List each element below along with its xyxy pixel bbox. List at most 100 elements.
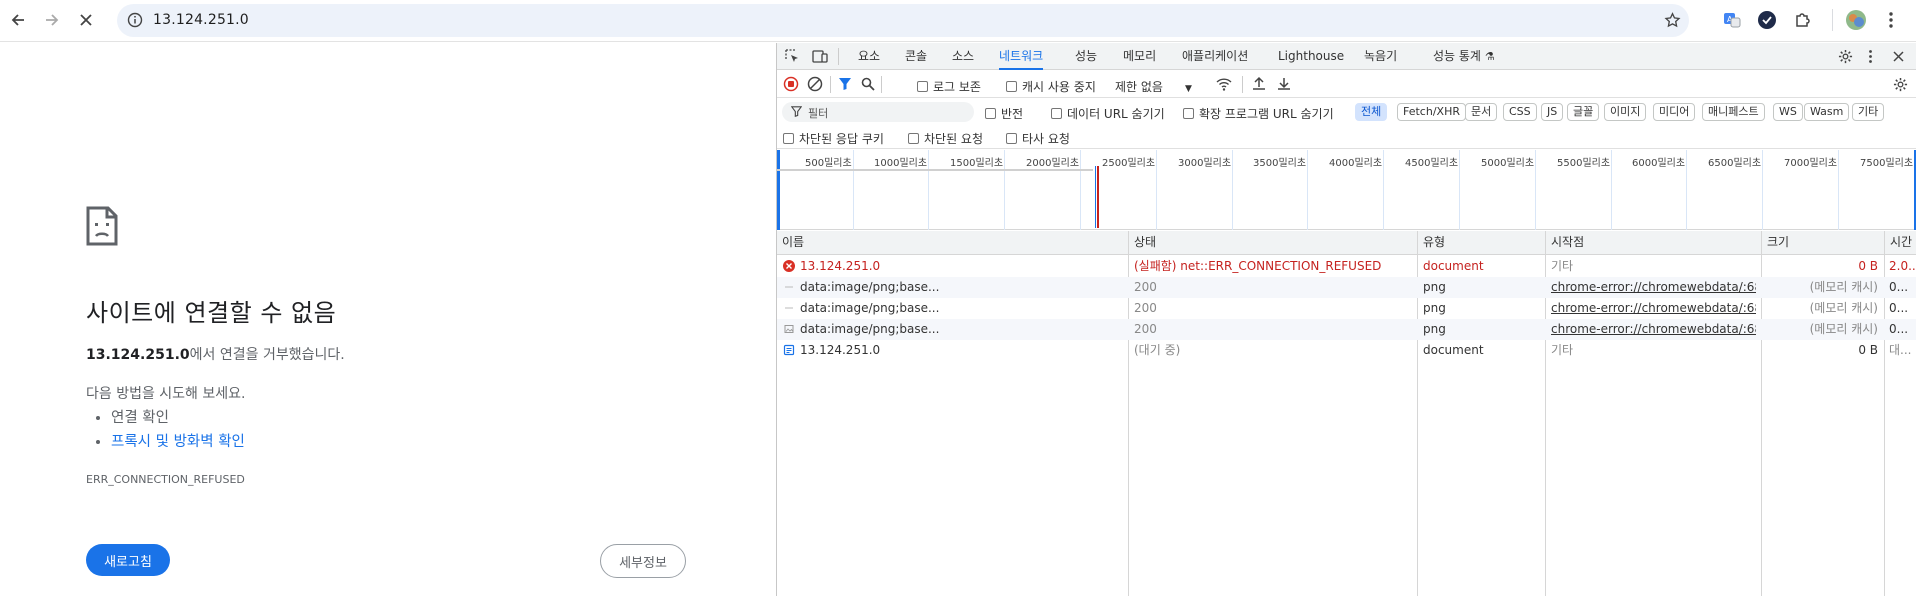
overview-left-handle[interactable] bbox=[777, 150, 780, 230]
tab-performance-insights[interactable]: 성능 통계 ⚗ bbox=[1433, 43, 1495, 70]
filter-placeholder: 필터 bbox=[808, 107, 829, 120]
checkbox-box bbox=[908, 133, 919, 144]
blocked-cookies-checkbox[interactable]: 차단된 응답 쿠키 bbox=[783, 130, 884, 147]
row-name[interactable]: data:image/png;base... bbox=[800, 319, 1120, 340]
type-chip-doc[interactable]: 문서 bbox=[1465, 103, 1498, 121]
tab-performance[interactable]: 성능 bbox=[1075, 43, 1097, 70]
type-chip-manifest[interactable]: 매니페스트 bbox=[1702, 103, 1765, 121]
extensions-puzzle-icon[interactable] bbox=[1792, 9, 1814, 31]
tab-elements[interactable]: 요소 bbox=[858, 43, 880, 70]
filter-funnel-icon[interactable] bbox=[838, 77, 852, 91]
third-party-checkbox[interactable]: 타사 요청 bbox=[1006, 130, 1070, 147]
tab-sources[interactable]: 소스 bbox=[952, 43, 974, 70]
forward-arrow-icon bbox=[46, 14, 59, 26]
column-type[interactable]: 유형 bbox=[1418, 231, 1445, 255]
forward-button[interactable] bbox=[40, 8, 64, 32]
tab-recorder[interactable]: 녹음기 bbox=[1364, 43, 1397, 70]
invert-checkbox[interactable]: 반전 bbox=[985, 105, 1023, 122]
tab-console[interactable]: 콘솔 bbox=[905, 43, 927, 70]
clear-icon[interactable] bbox=[807, 76, 823, 92]
import-har-icon[interactable] bbox=[1252, 76, 1266, 91]
table-row[interactable]: data:image/png;base... 200 png chrome-er… bbox=[777, 319, 1916, 340]
network-settings-gear-icon[interactable] bbox=[1893, 77, 1908, 92]
back-button[interactable] bbox=[6, 8, 30, 32]
hide-data-urls-label: 데이터 URL 숨기기 bbox=[1067, 107, 1165, 121]
tab-application[interactable]: 애플리케이션 bbox=[1182, 43, 1248, 70]
bookmark-star-icon[interactable] bbox=[1664, 12, 1681, 29]
checkbox-box bbox=[1183, 108, 1194, 119]
profile-avatar[interactable] bbox=[1845, 9, 1867, 31]
search-icon[interactable] bbox=[861, 77, 875, 91]
network-overview-timeline[interactable]: 500밀리초 1000밀리초 1500밀리초 2000밀리초 2500밀리초 3… bbox=[777, 150, 1916, 230]
row-name[interactable]: data:image/png;base... bbox=[800, 277, 1120, 298]
export-har-icon[interactable] bbox=[1277, 76, 1291, 91]
devtools-menu-icon[interactable] bbox=[1868, 49, 1873, 64]
row-time: 0... bbox=[1889, 322, 1909, 336]
checkbox-box bbox=[1051, 108, 1062, 119]
info-icon[interactable] bbox=[127, 12, 143, 28]
inspect-element-icon[interactable] bbox=[785, 49, 800, 64]
row-name[interactable]: 13.124.251.0 bbox=[800, 340, 1120, 361]
url-text[interactable]: 13.124.251.0 bbox=[153, 12, 249, 28]
row-name[interactable]: 13.124.251.0 bbox=[800, 256, 1120, 277]
throttling-value: 제한 없음 bbox=[1115, 80, 1163, 94]
column-initiator[interactable]: 시작점 bbox=[1546, 231, 1584, 255]
type-chip-css[interactable]: CSS bbox=[1503, 103, 1537, 121]
dash-icon bbox=[785, 307, 793, 309]
column-size[interactable]: 크기 bbox=[1762, 231, 1789, 255]
throttling-select[interactable]: 제한 없음 ▼ bbox=[1115, 78, 1192, 95]
reload-button[interactable]: 새로고침 bbox=[86, 544, 170, 576]
tab-lighthouse[interactable]: Lighthouse bbox=[1278, 43, 1344, 70]
details-button[interactable]: 세부정보 bbox=[600, 544, 686, 578]
type-chip-img[interactable]: 이미지 bbox=[1604, 103, 1647, 121]
type-chip-other[interactable]: 기타 bbox=[1852, 103, 1885, 121]
table-header: 이름 상태 유형 시작점 크기 시간 bbox=[777, 231, 1916, 255]
row-initiator: 기타 bbox=[1551, 343, 1574, 357]
flask-icon: ⚗ bbox=[1484, 50, 1495, 63]
table-row[interactable]: 13.124.251.0 (대기 중) document 기타 0 B 대... bbox=[777, 340, 1916, 361]
hide-extension-urls-checkbox[interactable]: 확장 프로그램 URL 숨기기 bbox=[1183, 105, 1334, 122]
row-name[interactable]: data:image/png;base... bbox=[800, 298, 1120, 319]
column-time[interactable]: 시간 bbox=[1885, 231, 1912, 255]
filter-input[interactable]: 필터 bbox=[782, 102, 974, 122]
address-bar[interactable]: 13.124.251.0 bbox=[117, 4, 1689, 37]
tab-network[interactable]: 네트워크 bbox=[999, 43, 1044, 70]
row-size: 0 B bbox=[1858, 343, 1878, 357]
document-icon bbox=[783, 344, 795, 356]
type-chip-all[interactable]: 전체 bbox=[1355, 103, 1388, 121]
disable-cache-checkbox[interactable]: 캐시 사용 중지 bbox=[1006, 78, 1096, 95]
settings-gear-icon[interactable] bbox=[1838, 49, 1853, 64]
type-chip-wasm[interactable]: Wasm bbox=[1804, 103, 1850, 121]
tab-performance-insights-label: 성능 통계 bbox=[1433, 49, 1481, 63]
hide-data-urls-checkbox[interactable]: 데이터 URL 숨기기 bbox=[1051, 105, 1165, 122]
row-size: (메모리 캐시) bbox=[1809, 322, 1878, 336]
browser-menu-icon[interactable] bbox=[1880, 9, 1902, 31]
checkbox-box bbox=[985, 108, 996, 119]
table-row[interactable]: data:image/png;base... 200 png chrome-er… bbox=[777, 277, 1916, 298]
close-devtools-icon[interactable] bbox=[1893, 51, 1904, 62]
record-stop-icon[interactable] bbox=[783, 76, 799, 92]
image-icon bbox=[784, 325, 794, 333]
type-chip-font[interactable]: 글꼴 bbox=[1567, 103, 1600, 121]
column-name[interactable]: 이름 bbox=[777, 231, 804, 255]
table-row[interactable]: 13.124.251.0 (실패함) net::ERR_CONNECTION_R… bbox=[777, 256, 1916, 277]
preserve-log-checkbox[interactable]: 로그 보존 bbox=[917, 78, 981, 95]
type-chip-ws[interactable]: WS bbox=[1773, 103, 1803, 121]
check-extension-icon[interactable] bbox=[1756, 9, 1778, 31]
translate-extension-icon[interactable]: A bbox=[1721, 9, 1743, 31]
type-chip-fetch-xhr[interactable]: Fetch/XHR bbox=[1397, 103, 1466, 121]
row-initiator-link[interactable]: chrome-error://chromewebdata/:6839 bbox=[1551, 277, 1756, 298]
device-toolbar-icon[interactable] bbox=[812, 49, 828, 64]
type-chip-media[interactable]: 미디어 bbox=[1653, 103, 1696, 121]
proxy-firewall-link[interactable]: 프록시 및 방화벽 확인 bbox=[111, 434, 245, 450]
tab-memory[interactable]: 메모리 bbox=[1123, 43, 1156, 70]
row-initiator-link[interactable]: chrome-error://chromewebdata/:6840 bbox=[1551, 298, 1756, 319]
type-chip-js[interactable]: JS bbox=[1541, 103, 1564, 121]
table-row[interactable]: data:image/png;base... 200 png chrome-er… bbox=[777, 298, 1916, 319]
stop-loading-button[interactable] bbox=[74, 8, 98, 32]
error-title: 사이트에 연결할 수 없음 bbox=[86, 299, 337, 327]
blocked-requests-checkbox[interactable]: 차단된 요청 bbox=[908, 130, 983, 147]
row-initiator-link[interactable]: chrome-error://chromewebdata/:6849 bbox=[1551, 319, 1756, 340]
network-conditions-icon[interactable] bbox=[1215, 77, 1233, 91]
column-status[interactable]: 상태 bbox=[1129, 231, 1156, 255]
